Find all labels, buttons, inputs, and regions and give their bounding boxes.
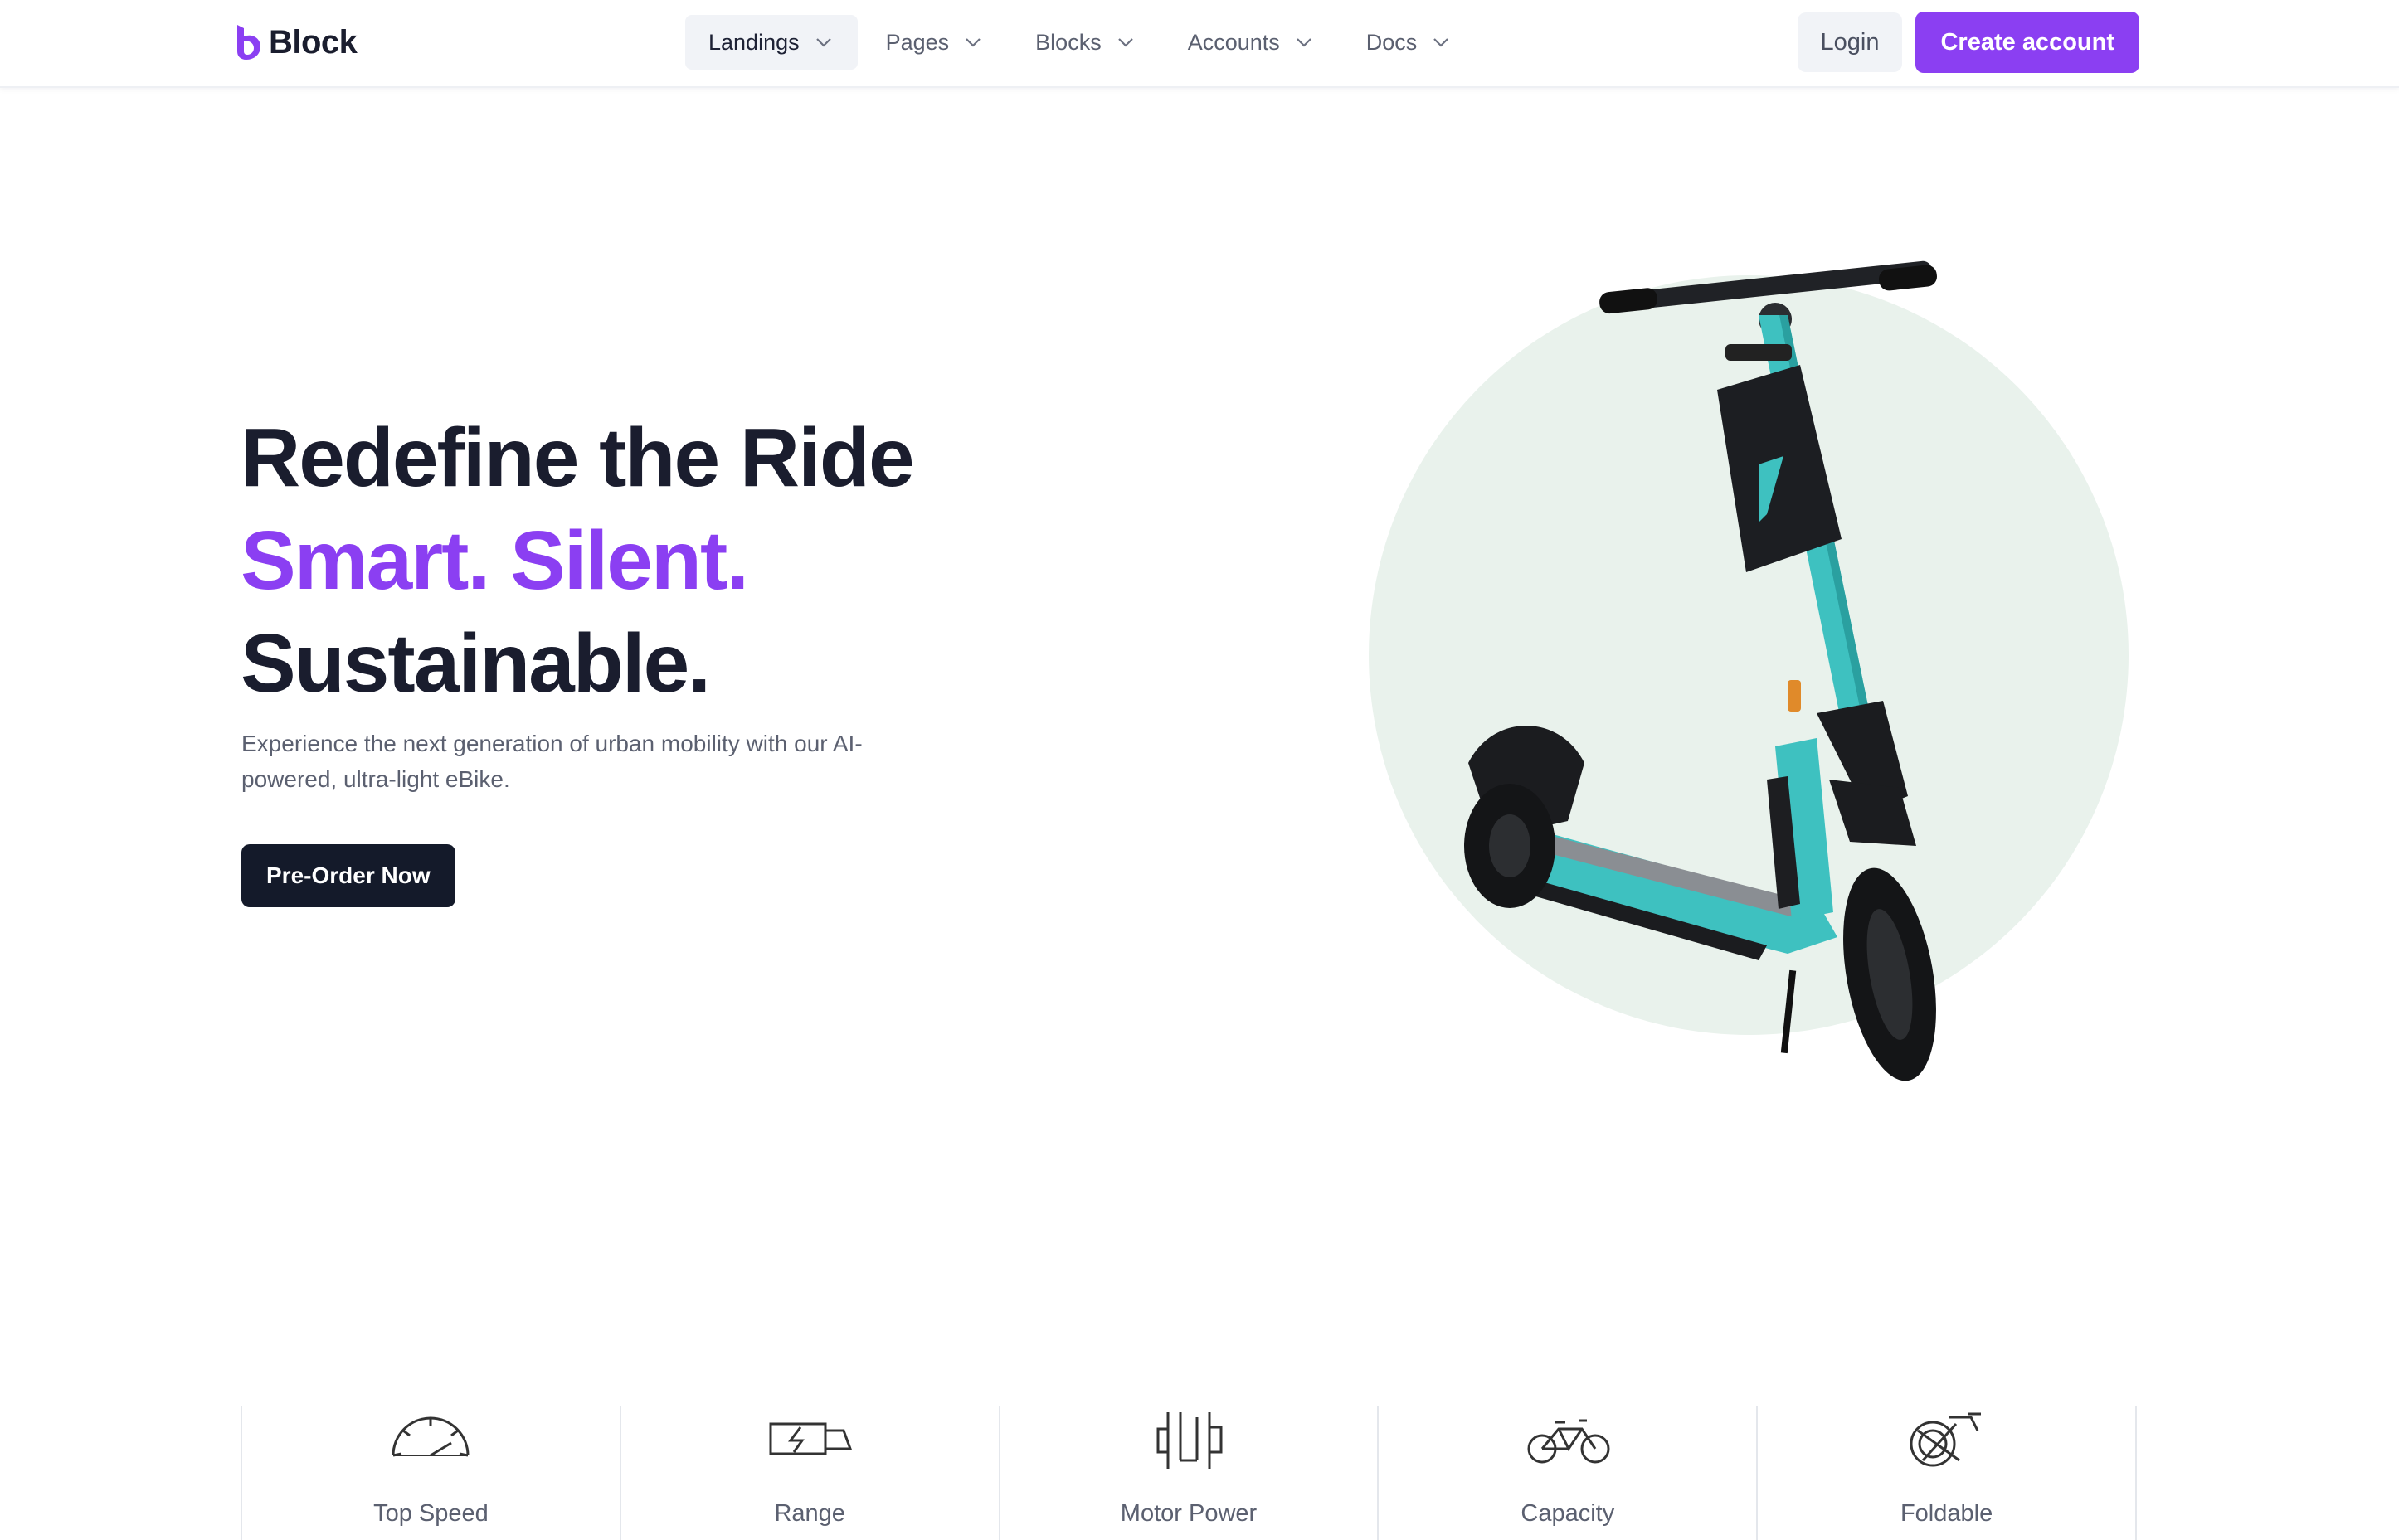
nav-item-accounts[interactable]: Accounts — [1165, 15, 1338, 70]
feature-range: Range — [619, 1406, 999, 1540]
nav-item-docs[interactable]: Docs — [1343, 15, 1476, 70]
hero-heading: Redefine the Ride Smart. Silent. Sustain… — [241, 406, 915, 715]
hero-line-3: Sustainable. — [241, 617, 711, 710]
hero-subtitle: Experience the next generation of urban … — [241, 731, 863, 792]
hero-line-1: Redefine the Ride — [241, 411, 915, 504]
chevron-down-icon — [815, 38, 831, 47]
nav-item-label: Landings — [708, 29, 800, 55]
feature-foldable: Foldable — [1756, 1406, 2137, 1540]
brand-name: Block — [269, 23, 358, 61]
nav-item-label: Accounts — [1187, 29, 1280, 55]
feature-label: Range — [774, 1500, 845, 1527]
nav-item-label: Blocks — [1035, 29, 1102, 55]
block-logo-icon — [237, 25, 260, 60]
chevron-down-icon — [1296, 38, 1311, 47]
scooter-hero-image — [1369, 260, 2129, 1081]
feature-label: Motor Power — [1120, 1500, 1258, 1527]
feature-top-speed: Top Speed — [241, 1406, 620, 1540]
chevron-down-icon — [1117, 38, 1133, 47]
pre-order-button[interactable]: Pre-Order Now — [241, 844, 455, 907]
brand-logo[interactable]: Block — [234, 20, 358, 65]
foldable-bike-icon — [1910, 1412, 1981, 1467]
feature-label: Capacity — [1521, 1500, 1615, 1527]
auth-actions: Login Create account — [1797, 12, 2139, 73]
feature-motor-power: Motor Power — [998, 1406, 1378, 1540]
chevron-down-icon — [1433, 38, 1449, 47]
feature-label: Top Speed — [373, 1500, 489, 1527]
feature-strip: Top Speed Range Motor Power Capacity Fol… — [241, 1406, 2137, 1540]
create-account-button[interactable]: Create account — [1915, 12, 2139, 73]
speedometer-icon — [392, 1416, 470, 1457]
battery-charging-icon — [769, 1422, 853, 1455]
feature-label: Foldable — [1900, 1500, 1993, 1527]
hero-line-2: Smart. Silent. — [241, 514, 749, 607]
motor-icon — [1156, 1412, 1223, 1469]
chevron-down-icon — [966, 38, 981, 47]
login-button[interactable]: Login — [1797, 12, 1903, 72]
nav-item-pages[interactable]: Pages — [863, 15, 1008, 70]
nav-item-label: Pages — [885, 29, 950, 55]
top-navbar: Block Landings Pages Blocks Accounts Doc… — [0, 0, 2399, 88]
nav-item-blocks[interactable]: Blocks — [1012, 15, 1160, 70]
feature-capacity: Capacity — [1377, 1406, 1756, 1540]
nav-item-landings[interactable]: Landings — [685, 15, 858, 70]
bicycle-icon — [1527, 1419, 1610, 1464]
main-nav: Landings Pages Blocks Accounts Docs — [685, 15, 1480, 70]
nav-item-label: Docs — [1365, 29, 1418, 55]
